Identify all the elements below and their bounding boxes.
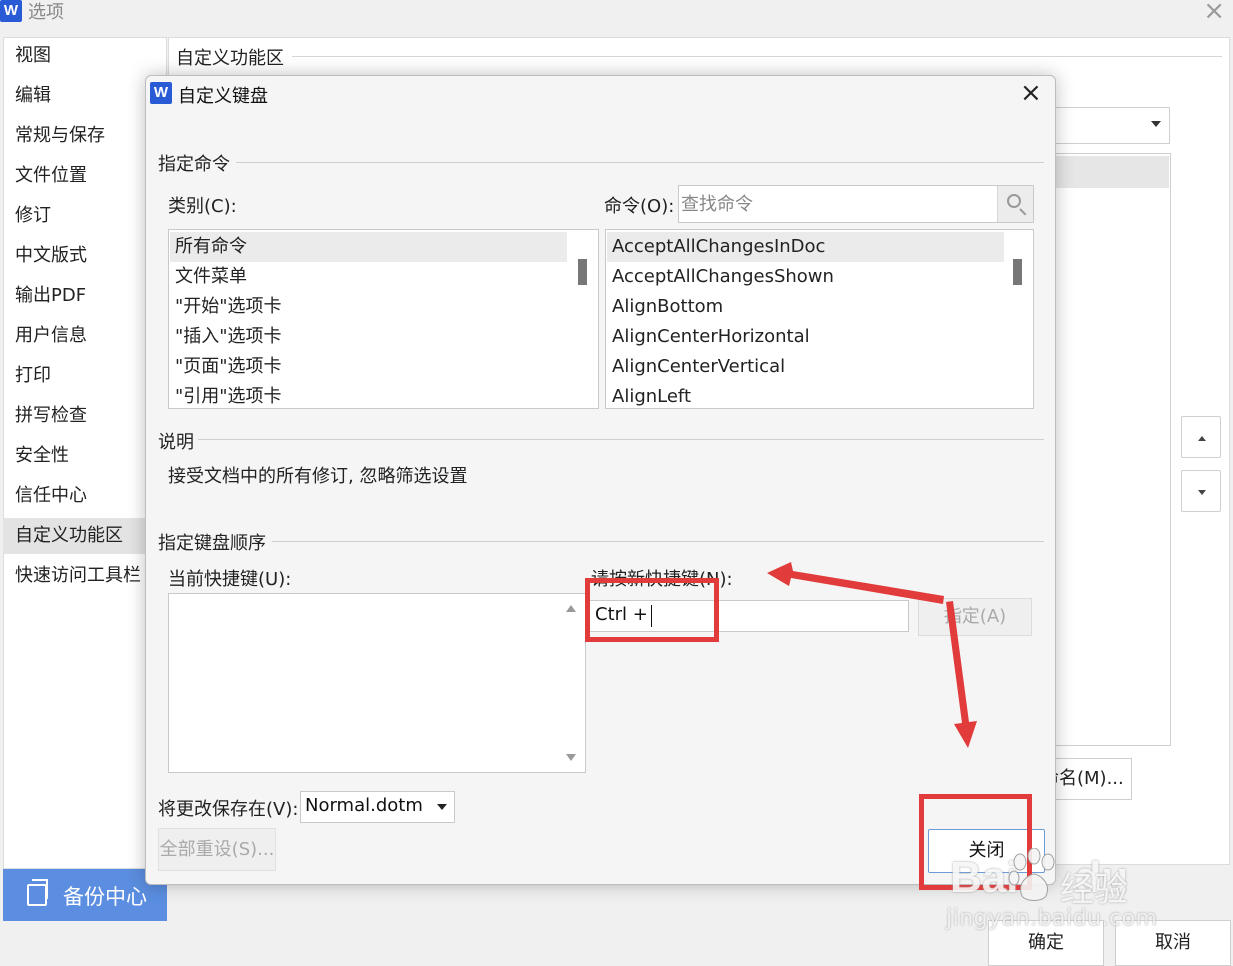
watermark-service: 经验 xyxy=(1060,870,1128,910)
arrow-to-shortcut-field xyxy=(767,562,944,604)
watermark-url: jingyan.baidu.com xyxy=(946,906,1158,931)
annotation-arrows xyxy=(767,562,977,748)
baidu-paw-logo xyxy=(1008,848,1055,901)
arrow-to-close-button xyxy=(946,601,977,748)
baidu-jingyan-watermark: Bai du 经验 jingyan.baidu.com xyxy=(942,848,1182,938)
